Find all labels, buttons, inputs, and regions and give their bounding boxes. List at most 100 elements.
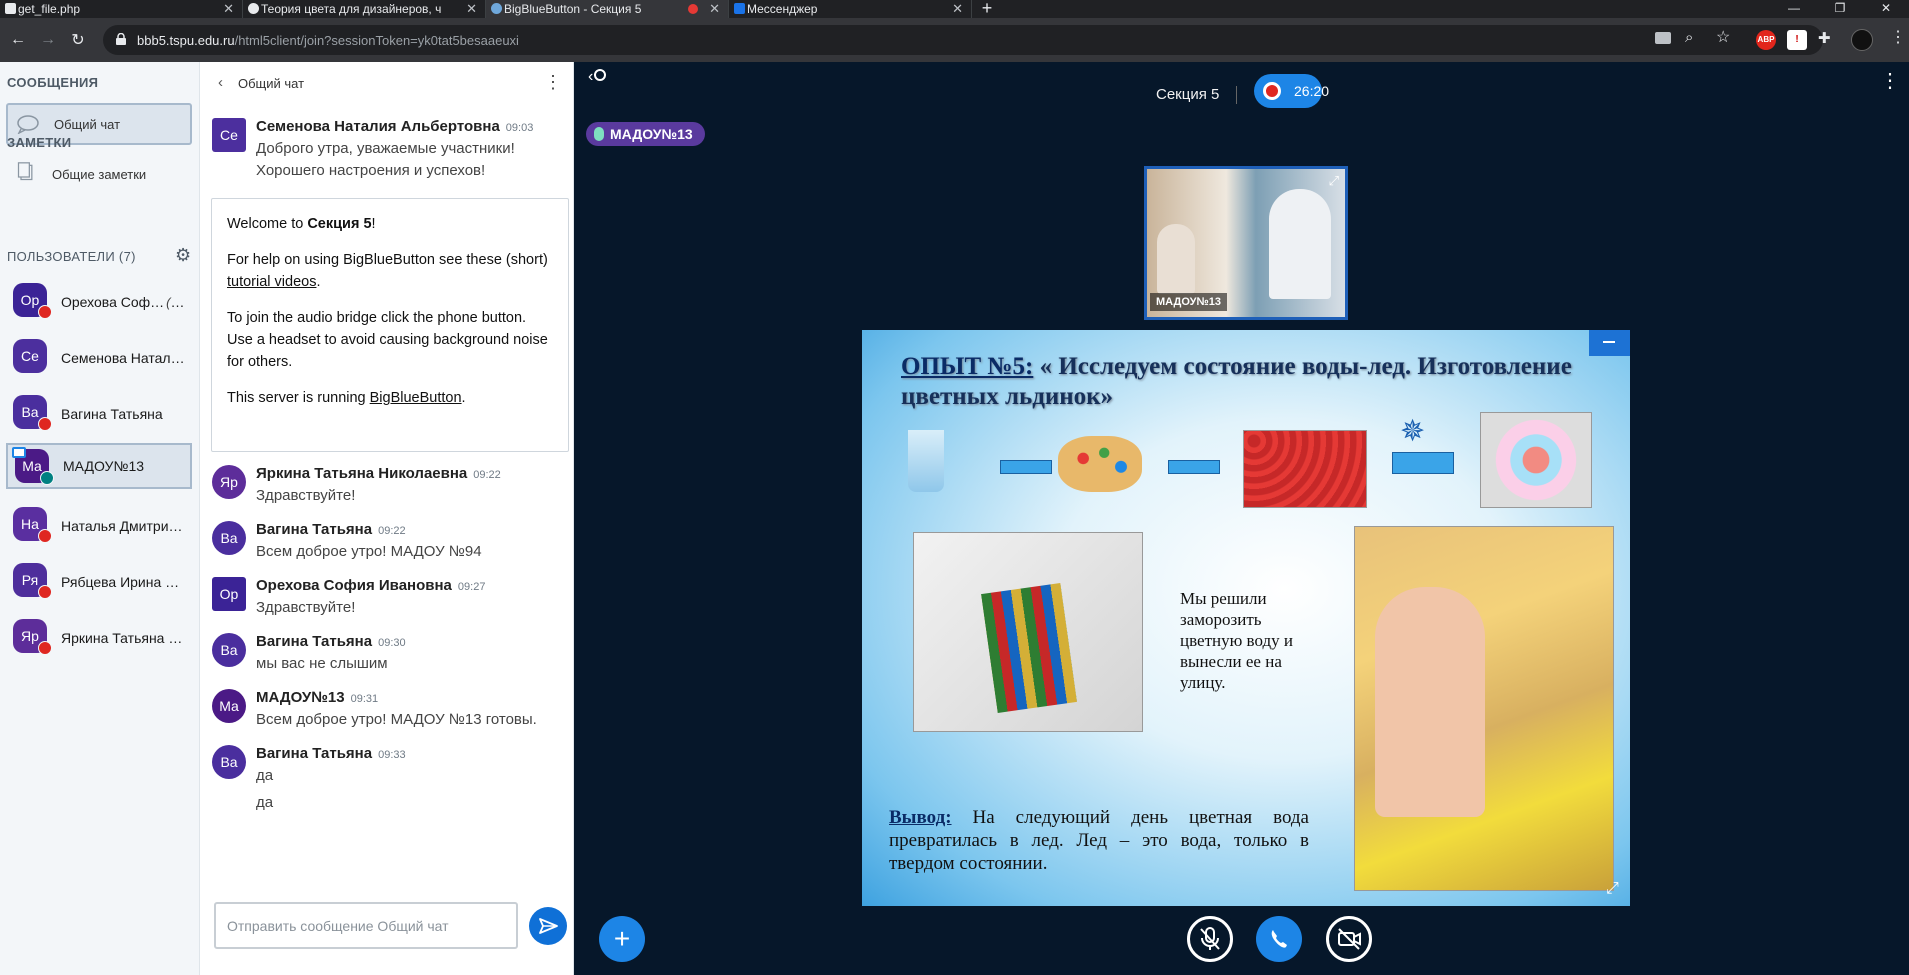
chat-message-input[interactable]: Отправить сообщение Общий чат [214, 902, 518, 949]
message-text: да [256, 794, 274, 811]
send-message-button[interactable] [529, 907, 567, 945]
browser-tab-messenger[interactable]: Мессенджер ✕ [729, 0, 972, 18]
back-icon[interactable]: ← [3, 31, 33, 49]
zoom-icon[interactable]: ⌕ [1685, 29, 1693, 46]
recording-time: 26:20 [1294, 83, 1330, 99]
browser-tab-bigbluebutton[interactable]: BigBlueButton - Секция 5 ✕ [486, 0, 729, 18]
ice-tray-image [1243, 430, 1367, 508]
close-icon[interactable]: ✕ [466, 1, 477, 17]
avatar: Ва [212, 521, 246, 555]
phone-icon [1271, 930, 1287, 948]
message-time: 09:33 [378, 749, 406, 761]
chat-title[interactable]: Общий чат [238, 76, 304, 91]
camera-blocked-icon[interactable] [1655, 32, 1671, 44]
minimize-icon[interactable]: — [1771, 0, 1817, 18]
palette-image [1058, 436, 1142, 492]
tutorial-videos-link[interactable]: tutorial videos [227, 274, 316, 290]
talking-indicator[interactable]: МАДОУ№13 [586, 122, 705, 146]
browser-tab-color-theory[interactable]: Теория цвета для дизайнеров, ч ✕ [243, 0, 486, 18]
document-icon [5, 3, 16, 14]
plus-icon: + [613, 923, 631, 954]
muted-microphone-icon [1200, 927, 1220, 950]
avatar: Се [13, 339, 47, 373]
fullscreen-icon[interactable]: ⤢ [1606, 880, 1619, 898]
meeting-options-icon[interactable]: ⋮ [1880, 68, 1900, 93]
chat-options-icon[interactable]: ⋮ [544, 72, 562, 93]
settings-gear-icon[interactable]: ⚙ [175, 245, 191, 266]
browser-tab-bar: get_file.php ✕ Теория цвета для дизайнер… [0, 0, 1909, 18]
adblock-extension-icon[interactable]: ABP [1756, 30, 1776, 50]
chat-icon [17, 115, 39, 134]
avatar: Ма [212, 689, 246, 723]
user-list-item[interactable]: Ва Вагина Татьяна [6, 391, 192, 437]
message-author: Вагина Татьяна 09:22 [256, 521, 406, 538]
close-icon[interactable]: ✕ [223, 1, 234, 17]
child-figure [1269, 189, 1331, 299]
forward-icon[interactable]: → [33, 31, 63, 49]
user-list-item[interactable]: Яр Яркина Татьяна Н… [6, 615, 192, 661]
recording-indicator-button[interactable]: 26:20 [1254, 74, 1329, 108]
minus-icon [1603, 341, 1615, 343]
extension-yellow-icon[interactable]: ! [1787, 30, 1807, 50]
you-label: (Вы) [166, 295, 192, 310]
new-tab-button[interactable]: + [972, 0, 1002, 18]
talking-user-name: МАДОУ№13 [610, 126, 693, 142]
profile-avatar-icon[interactable] [1851, 29, 1873, 51]
restore-icon[interactable]: ❐ [1817, 0, 1863, 18]
user-list-item[interactable]: Ря Рябцева Ирина Ни… [6, 559, 192, 605]
leave-audio-button[interactable] [1256, 916, 1302, 962]
message-author: МАДОУ№13 09:31 [256, 689, 379, 706]
tab-title: Теория цвета для дизайнеров, ч [261, 2, 442, 16]
user-list-item[interactable]: Ор Орехова Соф… (Вы) [6, 279, 192, 325]
browser-menu-icon[interactable]: ⋮ [1890, 27, 1906, 47]
message-author: Орехова София Ивановна 09:27 [256, 577, 486, 594]
send-icon [539, 918, 558, 934]
child-figure [1157, 224, 1195, 294]
browser-tab-get-file[interactable]: get_file.php ✕ [0, 0, 243, 18]
child-figure [1375, 587, 1485, 817]
user-name: Орехова Соф… (Вы) [61, 294, 192, 310]
message-text: Всем доброе утро! МАДОУ №94 [256, 543, 482, 560]
bigbluebutton-link[interactable]: BigBlueButton [370, 390, 462, 406]
tab-title: get_file.php [18, 2, 81, 16]
bigbluebutton-icon [491, 3, 502, 14]
help-line: For help on using BigBlueButton see thes… [227, 252, 548, 290]
message-text: Доброго утра, уважаемые участники! [256, 140, 515, 157]
message-author: Вагина Татьяна 09:33 [256, 745, 406, 762]
muted-microphone-icon [38, 641, 52, 655]
message-text: мы вас не слышим [256, 655, 388, 672]
slide-title: ОПЫТ №5: « Исследуем состояние воды-лед.… [901, 353, 1572, 410]
slide-body-text: Мы решили заморозить цветную воду и выне… [1180, 589, 1293, 692]
ice-tray-photo [913, 532, 1143, 732]
close-icon[interactable]: ✕ [952, 1, 963, 17]
fullscreen-icon[interactable]: ⤢ [1329, 173, 1339, 189]
chevron-left-icon[interactable]: ‹ [218, 74, 223, 91]
message-time: 09:31 [350, 693, 379, 705]
user-name: Яркина Татьяна Н… [61, 630, 185, 646]
close-window-icon[interactable]: ✕ [1863, 0, 1909, 18]
reload-icon[interactable]: ↻ [63, 30, 93, 50]
close-icon[interactable]: ✕ [709, 1, 720, 17]
share-webcam-button[interactable] [1326, 916, 1372, 962]
actions-plus-button[interactable]: + [599, 916, 645, 962]
message-time: 09:30 [378, 637, 406, 649]
welcome-message: Welcome to Секция 5! For help on using B… [211, 198, 569, 452]
user-name: Семенова Натали… [61, 350, 185, 366]
video-user-label[interactable]: МАДОУ№13 [1150, 293, 1227, 311]
children-outdoor-photo [1354, 526, 1614, 891]
user-list-item[interactable]: Ма МАДОУ№13 [6, 443, 192, 489]
extensions-puzzle-icon[interactable]: ✚ [1818, 29, 1831, 47]
unmute-microphone-button[interactable] [1187, 916, 1233, 962]
arrow-right-icon [1000, 460, 1052, 474]
user-list-item[interactable]: Се Семенова Натали… [6, 335, 192, 381]
webcam-video-tile[interactable]: ⤢ МАДОУ№13 [1144, 166, 1348, 320]
lock-icon [116, 33, 126, 45]
title-divider [1236, 86, 1237, 104]
avatar: Ор [212, 577, 246, 611]
sidebar-item-shared-notes[interactable]: Общие заметки [6, 153, 192, 195]
bookmark-star-icon[interactable]: ☆ [1716, 27, 1730, 47]
colored-ice-plate-image [1480, 412, 1592, 508]
user-list-item[interactable]: На Наталья Дмитрие… [6, 503, 192, 549]
toggle-user-list-icon[interactable]: ‹ [588, 68, 607, 86]
address-bar[interactable]: bbb5.tspu.edu.ru/html5client/join?sessio… [103, 25, 1823, 55]
